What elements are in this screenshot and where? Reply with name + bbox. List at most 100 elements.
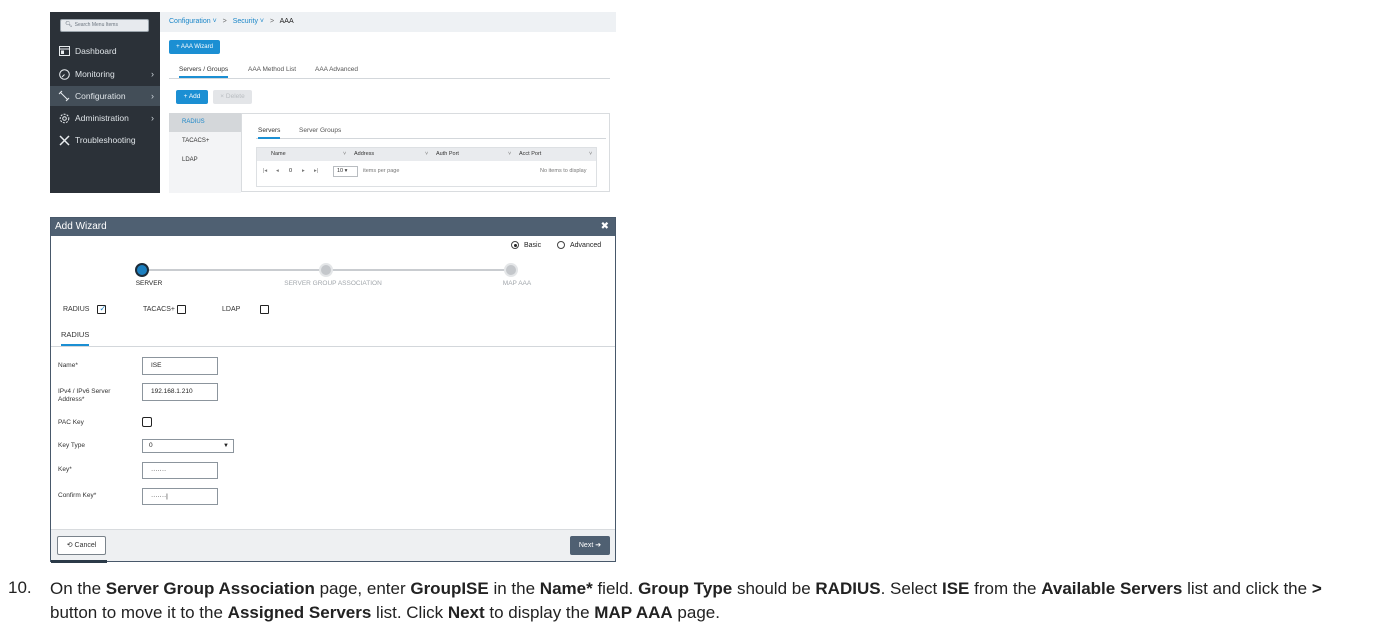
sidebar-item-monitoring[interactable]: Monitoring › — [50, 64, 160, 84]
server-address-field[interactable]: 192.168.1.210 — [142, 383, 218, 401]
dialog-title-text: Add Wizard — [55, 221, 107, 232]
delete-button[interactable]: × Delete — [213, 90, 252, 104]
text: . Select — [880, 579, 942, 598]
bold-text: Server Group Association — [105, 579, 315, 598]
mode-basic-radio[interactable]: Basic — [511, 241, 541, 249]
tab-radius[interactable]: RADIUS — [61, 330, 90, 346]
text: list. Click — [371, 603, 448, 622]
tab-servers[interactable]: Servers — [258, 127, 281, 139]
per-page-value: 10 — [337, 168, 344, 174]
chevron-right-icon: › — [151, 113, 154, 123]
checkbox-checked-icon — [97, 304, 107, 314]
aaa-wizard-button[interactable]: + AAA Wizard — [169, 40, 220, 54]
tab-server-groups[interactable]: Server Groups — [299, 127, 341, 134]
chevron-down-icon: ˅ — [257, 18, 265, 25]
step-number: 10. — [8, 578, 32, 597]
bold-text: MAP AAA — [594, 603, 673, 622]
tab-aaa-advanced[interactable]: AAA Advanced — [315, 66, 358, 73]
tab-divider — [51, 346, 615, 347]
add-wizard-dialog: Add Wizard ✖ Basic Advanced SERVER SERVE… — [50, 217, 616, 563]
prev-page-icon[interactable]: ◂ — [276, 165, 279, 178]
sidebar-item-label: Troubleshooting — [75, 135, 136, 145]
aaa-tabs: Servers / Groups AAA Method List AAA Adv… — [169, 64, 610, 79]
breadcrumb: Configuration ˅ > Security ˅ > AAA — [160, 12, 616, 32]
text: On the — [50, 579, 106, 598]
chevron-down-icon: ˅ — [508, 151, 512, 157]
protocol-tacacs-checkbox[interactable]: TACACS+ — [143, 305, 186, 314]
tab-servers-groups[interactable]: Servers / Groups — [179, 66, 229, 78]
monitoring-icon — [58, 68, 70, 80]
add-button[interactable]: + Add — [176, 90, 208, 104]
column-auth-port[interactable]: Auth Port — [436, 148, 459, 161]
step-instruction: On the Server Group Association page, en… — [50, 577, 1370, 625]
first-page-icon[interactable]: |◂ — [263, 165, 267, 178]
mode-advanced-label: Advanced — [570, 241, 602, 249]
sidebar-item-configuration[interactable]: Configuration › — [50, 86, 160, 106]
protocol-ldap-checkbox[interactable]: LDAP — [222, 305, 270, 314]
sidebar-item-administration[interactable]: Administration › — [50, 108, 160, 128]
tab-aaa-method-list[interactable]: AAA Method List — [248, 66, 296, 73]
menu-search-input[interactable]: 🔍︎ Search Menu Items — [60, 19, 149, 32]
key-field[interactable]: ······· — [142, 462, 218, 479]
per-page-select[interactable]: 10 ▾ — [333, 166, 358, 177]
protocol-radius[interactable]: RADIUS — [169, 113, 241, 132]
pac-key-checkbox[interactable] — [142, 417, 152, 427]
step-server-label: SERVER — [135, 280, 163, 287]
key-label: Key* — [58, 466, 72, 473]
last-page-icon[interactable]: ▸| — [314, 165, 318, 178]
address-label: IPv4 / IPv6 Server Address* — [58, 388, 111, 403]
breadcrumb-security[interactable]: Security — [233, 18, 258, 25]
breadcrumb-separator: > — [222, 18, 227, 25]
step-association-label: SERVER GROUP ASSOCIATION — [284, 280, 382, 287]
key-type-label: Key Type — [58, 442, 85, 449]
troubleshooting-icon — [58, 134, 70, 146]
cancel-button[interactable]: ⟲ Cancel — [57, 536, 106, 555]
column-address[interactable]: Address — [354, 148, 374, 161]
caret-down-icon: ▾ — [344, 168, 348, 174]
radio-icon — [557, 241, 565, 249]
configuration-icon — [58, 90, 70, 102]
breadcrumb-configuration[interactable]: Configuration — [169, 18, 211, 25]
pac-key-label: PAC Key — [58, 419, 84, 426]
text: page. — [672, 603, 720, 622]
text: list and click the — [1182, 579, 1312, 598]
breadcrumb-current: AAA — [279, 18, 294, 25]
sidebar-item-dashboard[interactable]: Dashboard — [50, 41, 160, 61]
next-button[interactable]: Next ➔ — [570, 536, 610, 555]
arrow-right-icon: ➔ — [595, 542, 602, 549]
per-page-label: items per page — [363, 168, 400, 174]
text: should be — [732, 579, 816, 598]
protocol-radius-checkbox[interactable]: RADIUS — [63, 304, 107, 314]
sidebar-item-troubleshooting[interactable]: Troubleshooting — [50, 130, 160, 150]
dialog-footer: ⟲ Cancel Next ➔ — [51, 529, 615, 561]
text: in the — [488, 579, 540, 598]
bold-text: ISE — [942, 579, 970, 598]
bold-text: RADIUS — [815, 579, 881, 598]
confirm-key-field[interactable]: ·······| — [142, 488, 218, 505]
column-name[interactable]: Name — [271, 148, 286, 161]
protocol-label: TACACS+ — [143, 306, 175, 313]
close-icon[interactable]: ✖ — [601, 221, 609, 232]
column-acct-port[interactable]: Acct Port — [519, 148, 541, 161]
key-type-value: 0 — [149, 442, 153, 449]
key-type-select[interactable]: 0 ▼ — [142, 439, 234, 453]
confirm-key-label: Confirm Key* — [58, 492, 97, 499]
protocol-tacacs[interactable]: TACACS+ — [169, 132, 241, 151]
text: field. — [592, 579, 639, 598]
sidebar-item-label: Administration — [75, 113, 129, 123]
chevron-down-icon: ˅ — [589, 151, 593, 157]
caret-down-icon: ▼ — [223, 443, 229, 449]
checkbox-icon — [176, 305, 186, 314]
name-field[interactable]: ISE — [142, 357, 218, 375]
bold-text: Next — [447, 603, 485, 622]
aaa-content: Configuration ˅ > Security ˅ > AAA + AAA… — [160, 12, 616, 193]
chevron-right-icon: › — [151, 69, 154, 79]
page-number: 0 — [289, 168, 293, 174]
step-map-aaa-label: MAP AAA — [502, 280, 532, 287]
text: to display the — [484, 603, 595, 622]
mode-advanced-radio[interactable]: Advanced — [557, 241, 601, 249]
server-tabs: Servers Server Groups — [256, 124, 606, 139]
protocol-ldap[interactable]: LDAP — [169, 151, 241, 170]
protocol-label: RADIUS — [63, 306, 90, 313]
next-page-icon[interactable]: ▸ — [302, 165, 305, 178]
